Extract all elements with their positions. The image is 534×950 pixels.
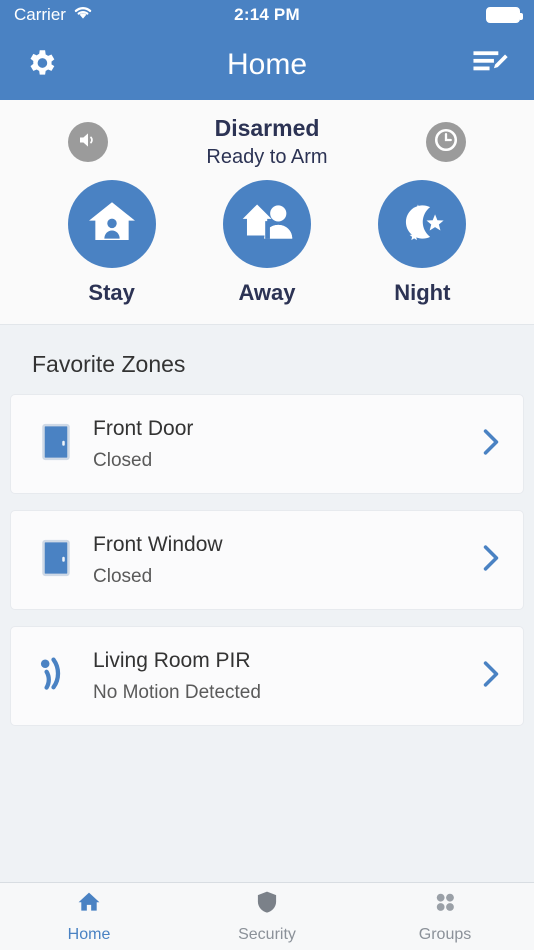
arm-mode-night-circle bbox=[378, 180, 467, 268]
status-subline: Ready to Arm bbox=[206, 145, 328, 168]
zone-icon-wrapper bbox=[31, 656, 81, 697]
shield-icon bbox=[254, 889, 280, 920]
arm-modes: Stay Away Night bbox=[0, 180, 534, 306]
zone-row-front-door[interactable]: Front Door Closed bbox=[10, 394, 524, 494]
arm-mode-away-circle bbox=[222, 180, 311, 268]
chevron-right-icon bbox=[481, 543, 501, 578]
zone-text-wrapper: Living Room PIR No Motion Detected bbox=[81, 647, 481, 705]
zone-state: Closed bbox=[93, 566, 153, 588]
zone-text-wrapper: Front Door Closed bbox=[81, 415, 481, 473]
door-icon bbox=[41, 423, 71, 466]
zone-icon-wrapper bbox=[31, 539, 81, 582]
carrier-label: Carrier bbox=[14, 5, 66, 24]
status-headline: Disarmed bbox=[214, 115, 320, 141]
house-leaving-person-icon bbox=[240, 195, 294, 254]
arm-mode-stay[interactable]: Stay bbox=[57, 180, 167, 306]
edit-zones-button[interactable] bbox=[472, 48, 510, 83]
clock-icon bbox=[433, 127, 459, 158]
tab-bar: Home Security Groups bbox=[0, 882, 534, 950]
system-status: Disarmed Ready to Arm bbox=[206, 114, 327, 170]
status-row: Disarmed Ready to Arm bbox=[0, 114, 534, 174]
chevron-right-icon bbox=[481, 427, 501, 462]
arm-mode-stay-label: Stay bbox=[88, 280, 135, 305]
navigation-bar: Home bbox=[0, 30, 534, 100]
favorite-zones-section: Favorite Zones Front Door Closed Front W… bbox=[0, 325, 534, 882]
zone-name: Front Window bbox=[93, 532, 223, 556]
wifi-icon bbox=[73, 5, 93, 25]
page-title: Home bbox=[226, 48, 308, 81]
zone-state: Closed bbox=[93, 450, 153, 472]
motion-sensor-icon bbox=[38, 656, 74, 697]
zone-text-wrapper: Front Window Closed bbox=[81, 531, 481, 589]
zone-icon-wrapper bbox=[31, 423, 81, 466]
arm-mode-stay-circle bbox=[67, 180, 156, 268]
tab-security[interactable]: Security bbox=[178, 883, 356, 950]
arm-mode-away[interactable]: Away bbox=[212, 180, 322, 306]
moon-stars-icon bbox=[395, 195, 449, 254]
tab-home[interactable]: Home bbox=[0, 883, 178, 950]
zone-row-front-window[interactable]: Front Window Closed bbox=[10, 510, 524, 610]
status-bar-right bbox=[300, 7, 523, 23]
speaker-icon bbox=[76, 128, 100, 157]
status-bar: Carrier 2:14 PM bbox=[0, 0, 534, 30]
tab-security-label: Security bbox=[238, 926, 296, 943]
arm-mode-away-label: Away bbox=[238, 280, 296, 305]
battery-full-icon bbox=[486, 7, 523, 23]
zone-state: No Motion Detected bbox=[93, 682, 261, 704]
home-icon bbox=[76, 889, 102, 920]
arm-panel: Disarmed Ready to Arm Stay Away Night bbox=[0, 100, 534, 325]
door-icon bbox=[41, 539, 71, 582]
zone-name: Front Door bbox=[93, 416, 194, 440]
house-person-icon bbox=[85, 195, 139, 254]
section-title-favorite-zones: Favorite Zones bbox=[32, 351, 186, 377]
clock-time: 2:14 PM bbox=[234, 5, 300, 24]
tab-groups[interactable]: Groups bbox=[356, 883, 534, 950]
grid-dots-icon bbox=[432, 889, 458, 920]
arm-mode-night-label: Night bbox=[394, 280, 451, 305]
edit-list-icon bbox=[472, 48, 510, 83]
chevron-right-icon bbox=[481, 659, 501, 694]
sound-toggle-button[interactable] bbox=[68, 122, 108, 162]
history-button[interactable] bbox=[426, 122, 466, 162]
status-bar-left: Carrier bbox=[14, 5, 234, 25]
tab-home-label: Home bbox=[67, 926, 111, 943]
zone-row-living-room-pir[interactable]: Living Room PIR No Motion Detected bbox=[10, 626, 524, 726]
gear-icon bbox=[24, 46, 58, 85]
settings-button[interactable] bbox=[24, 46, 58, 85]
zone-name: Living Room PIR bbox=[93, 648, 251, 672]
tab-groups-label: Groups bbox=[418, 926, 472, 943]
app-screen: Carrier 2:14 PM Home Disarmed Ready to A… bbox=[0, 0, 534, 950]
arm-mode-night[interactable]: Night bbox=[367, 180, 477, 306]
